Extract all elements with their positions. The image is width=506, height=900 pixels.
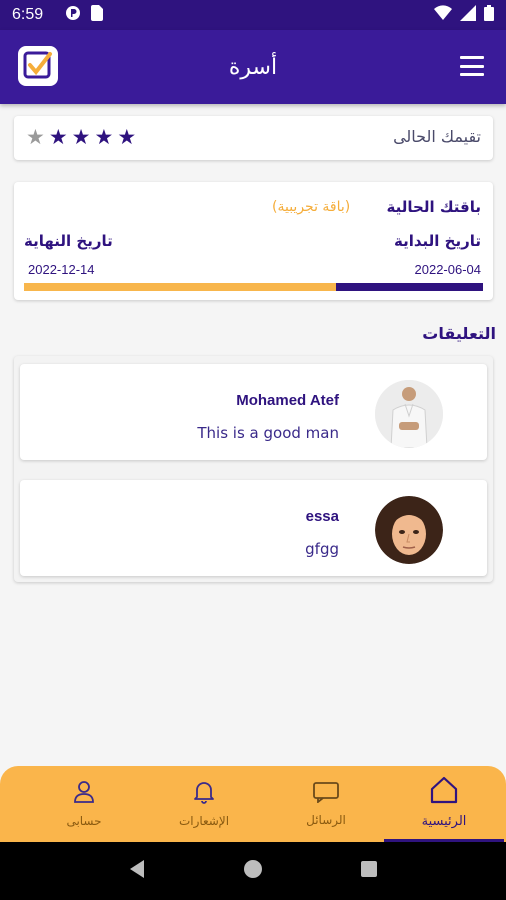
start-date-value: 2022-06-04 (414, 262, 482, 277)
star-filled-icon: ★ (117, 125, 137, 149)
nav-home-label: الرئيسية (421, 814, 467, 829)
star-filled-icon: ★ (48, 125, 68, 149)
battery-icon (484, 5, 494, 25)
status-time: 6:59 (12, 6, 44, 23)
bell-icon (193, 780, 215, 808)
end-date-label: تاريخ النهاية (24, 232, 113, 250)
comments-heading: التعليقات (422, 324, 496, 343)
pocket-icon (65, 5, 81, 25)
rating-stars: ★ ★ ★ ★ ★ (26, 125, 136, 149)
app-logo-icon (18, 46, 58, 86)
comment-card[interactable]: Mohamed Atef This is a good man (20, 364, 487, 460)
sim-card-icon (91, 5, 104, 25)
package-card: باقتك الحالية (باقة تجريبية) تاريخ البدا… (14, 182, 493, 300)
status-bar: 6:59 (0, 0, 506, 30)
nav-home[interactable]: الرئيسية (384, 766, 504, 842)
nav-account[interactable]: حسابى (24, 766, 144, 842)
nav-notifications-label: الإشعارات (178, 814, 230, 828)
package-progress-fill (336, 283, 483, 291)
nav-account-label: حسابى (66, 814, 102, 828)
avatar[interactable] (375, 380, 443, 448)
cellular-signal-icon (460, 5, 476, 25)
comment-text: gfgg (305, 540, 339, 558)
star-filled-icon: ★ (71, 125, 91, 149)
comment-author: essa (305, 508, 339, 525)
back-icon[interactable] (128, 859, 146, 883)
app-bar: أسرة (0, 30, 506, 104)
end-date-value: 2022-12-14 (28, 262, 95, 277)
home-circle-icon[interactable] (243, 859, 263, 883)
avatar[interactable] (375, 496, 443, 564)
system-navigation-bar (0, 842, 506, 900)
package-title: باقتك الحالية (386, 198, 481, 216)
nav-notifications[interactable]: الإشعارات (144, 766, 264, 842)
package-type: (باقة تجريبية) (272, 199, 351, 215)
start-date-label: تاريخ البداية (394, 232, 481, 250)
star-filled-icon: ★ (94, 125, 114, 149)
package-progress-bar (24, 283, 483, 291)
rating-card: تقيمك الحالى ★ ★ ★ ★ ★ (14, 116, 493, 160)
rating-label: تقيمك الحالى (393, 127, 481, 146)
home-icon (429, 776, 459, 808)
comment-card[interactable]: essa gfgg (20, 480, 487, 576)
nav-messages[interactable]: الرسائل (266, 766, 386, 842)
recents-icon[interactable] (360, 860, 378, 882)
message-icon (312, 781, 340, 807)
comment-text: This is a good man (197, 424, 339, 442)
star-empty-icon: ★ (26, 125, 45, 149)
comments-list: Mohamed Atef This is a good man essa gfg… (14, 356, 493, 582)
bottom-navigation: الرئيسية الرسائل الإشعارات حسابى (0, 766, 506, 842)
wifi-icon (434, 5, 452, 25)
menu-icon[interactable] (460, 56, 484, 76)
comment-author: Mohamed Atef (236, 392, 339, 409)
user-icon (73, 780, 95, 808)
nav-messages-label: الرسائل (306, 813, 346, 827)
app-title: أسرة (228, 54, 278, 80)
